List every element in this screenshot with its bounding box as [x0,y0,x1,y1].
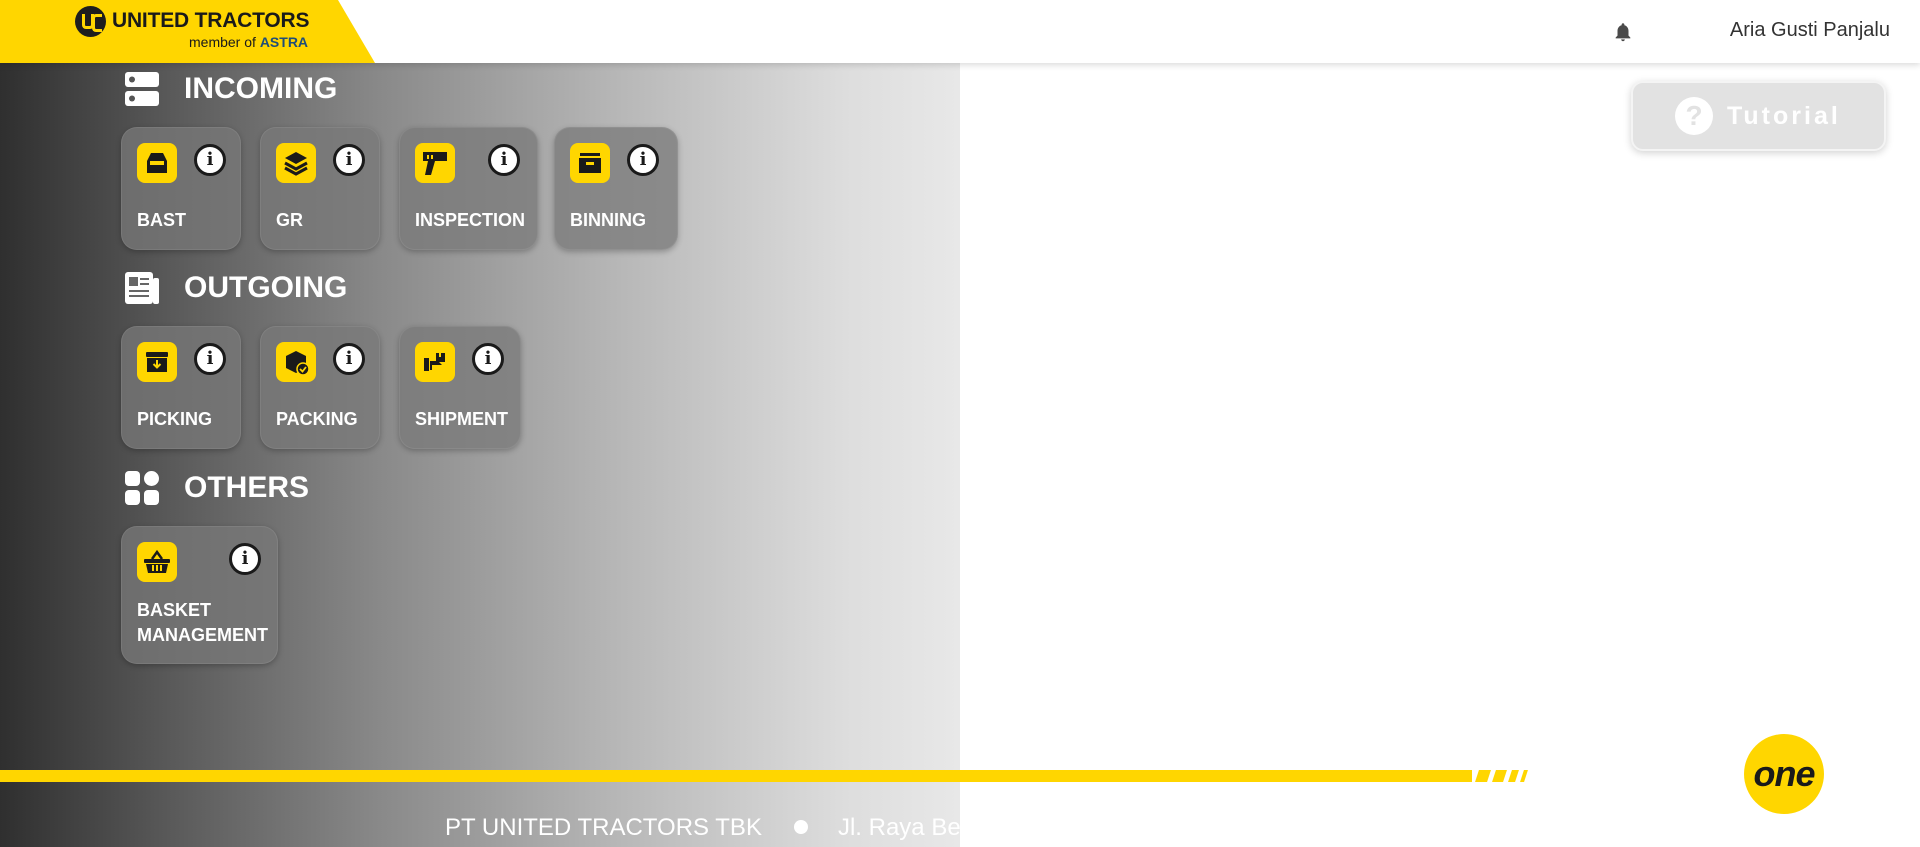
section-label: OTHERS [184,471,310,504]
package-check-icon [276,342,316,382]
archive-download-icon [137,342,177,382]
stripe-dash [1520,770,1528,782]
server-list-icon [125,72,159,106]
bell-icon[interactable] [1612,20,1634,44]
tile-label-line: MANAGEMENT [137,625,268,645]
app-header: UNITED TRACTORS member of ASTRA Aria Gus… [0,0,1920,63]
stripe-dash [1508,770,1519,782]
basket-icon [137,542,177,582]
logo-subtitle: member of ASTRA [189,34,308,50]
tile-shipment[interactable]: i SHIPMENT [399,326,521,449]
bin-box-icon [570,143,610,183]
tile-label: GR [276,210,303,230]
info-icon[interactable]: i [472,343,504,375]
ut-logo-icon [75,6,106,37]
tile-label: SHIPMENT [415,409,509,429]
tile-label: INSPECTION [415,210,526,230]
info-icon[interactable]: i [333,343,365,375]
tile-label: BAST [137,210,186,230]
grid-icon [125,471,159,505]
page: UNITED TRACTORS member of ASTRA Aria Gus… [0,0,1920,847]
section-label: INCOMING [184,72,338,105]
one-logo-badge[interactable]: one [1744,734,1824,814]
user-name[interactable]: Aria Gusti Panjalu [1730,19,1890,42]
tutorial-label: Tutorial [1727,101,1841,130]
footer-company: PT UNITED TRACTORS TBK [445,814,762,841]
stripe-dash [1492,770,1507,782]
hand-box-icon [415,342,455,382]
section-others-title: OTHERS [124,470,309,506]
section-label: OUTGOING [184,271,348,304]
tile-label: PACKING [276,409,358,429]
tile-label: BASKET MANAGEMENT [137,598,268,648]
tile-picking[interactable]: i PICKING [121,326,241,449]
tile-binning[interactable]: i BINNING [554,127,678,250]
layers-icon [276,143,316,183]
info-icon[interactable]: i [229,543,261,575]
section-incoming-title: INCOMING [124,71,337,107]
newspaper-icon [125,272,159,304]
tile-label: BINNING [570,210,646,230]
info-icon[interactable]: i [488,144,520,176]
info-icon[interactable]: i [194,343,226,375]
tile-basket-management[interactable]: i BASKET MANAGEMENT [121,526,278,664]
tile-label: PICKING [137,409,213,429]
section-outgoing-title: OUTGOING [124,270,347,306]
scanner-gun-icon [415,143,455,183]
footer-text: PT UNITED TRACTORS TBK Jl. Raya Be [445,814,960,842]
info-icon[interactable]: i [627,144,659,176]
tile-label-line: BASKET [137,600,212,620]
footer-address: Jl. Raya Be [837,814,960,841]
stripe-dash [1475,770,1491,782]
logo-sub-prefix: member of [189,34,256,50]
logo-sub-brand: ASTRA [259,34,309,50]
logo-name: UNITED TRACTORS [112,9,310,32]
tutorial-button[interactable]: ? Tutorial [1631,81,1886,151]
inbox-icon [137,143,177,183]
info-icon[interactable]: i [194,144,226,176]
tile-packing[interactable]: i PACKING [260,326,380,449]
company-logo[interactable]: UNITED TRACTORS member of ASTRA [0,0,375,63]
question-icon: ? [1675,97,1713,135]
footer-stripe [0,770,1472,782]
tile-bast[interactable]: i BAST [121,127,241,250]
info-icon[interactable]: i [333,144,365,176]
bullet-dot-icon [793,820,808,835]
footer-marquee: PT UNITED TRACTORS TBK Jl. Raya Be [0,810,960,847]
tile-gr[interactable]: i GR [260,127,380,250]
tile-inspection[interactable]: i INSPECTION [399,127,538,250]
